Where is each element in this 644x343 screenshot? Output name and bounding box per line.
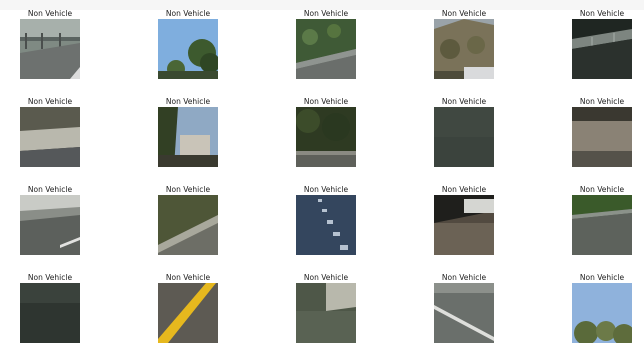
image-label: Non Vehicle: [165, 9, 211, 18]
thumbnail-image: [572, 107, 632, 167]
thumbnail-image: [20, 107, 80, 167]
thumbnail-image: [158, 107, 218, 167]
image-label: Non Vehicle: [441, 185, 487, 194]
image-label: Non Vehicle: [303, 97, 349, 106]
image-label: Non Vehicle: [27, 9, 73, 18]
image-label: Non Vehicle: [165, 97, 211, 106]
thumbnail-image: [434, 195, 494, 255]
image-label: Non Vehicle: [441, 273, 487, 282]
thumbnail-image: [434, 107, 494, 167]
image-label: Non Vehicle: [303, 9, 349, 18]
thumbnail-image: [296, 107, 356, 167]
thumbnail-image: [572, 195, 632, 255]
thumbnail-image: [158, 195, 218, 255]
image-label: Non Vehicle: [579, 9, 625, 18]
thumbnail-image: [296, 19, 356, 79]
image-label: Non Vehicle: [27, 185, 73, 194]
thumbnail-image: [434, 283, 494, 343]
image-label: Non Vehicle: [27, 273, 73, 282]
thumbnail-image: [572, 19, 632, 79]
thumbnail-image: [158, 19, 218, 79]
thumbnail-image: [20, 19, 80, 79]
thumbnail-image: [434, 19, 494, 79]
image-label: Non Vehicle: [165, 273, 211, 282]
thumbnail-image: [572, 283, 632, 343]
image-label: Non Vehicle: [579, 97, 625, 106]
image-label: Non Vehicle: [441, 9, 487, 18]
image-label: Non Vehicle: [303, 273, 349, 282]
image-label: Non Vehicle: [165, 185, 211, 194]
image-label: Non Vehicle: [303, 185, 349, 194]
thumbnail-image: [20, 283, 80, 343]
thumbnail-image: [158, 283, 218, 343]
image-label: Non Vehicle: [579, 185, 625, 194]
image-label: Non Vehicle: [27, 97, 73, 106]
image-label: Non Vehicle: [441, 97, 487, 106]
thumbnail-image: [296, 283, 356, 343]
thumbnail-image: [296, 195, 356, 255]
image-label: Non Vehicle: [579, 273, 625, 282]
thumbnail-image: [20, 195, 80, 255]
